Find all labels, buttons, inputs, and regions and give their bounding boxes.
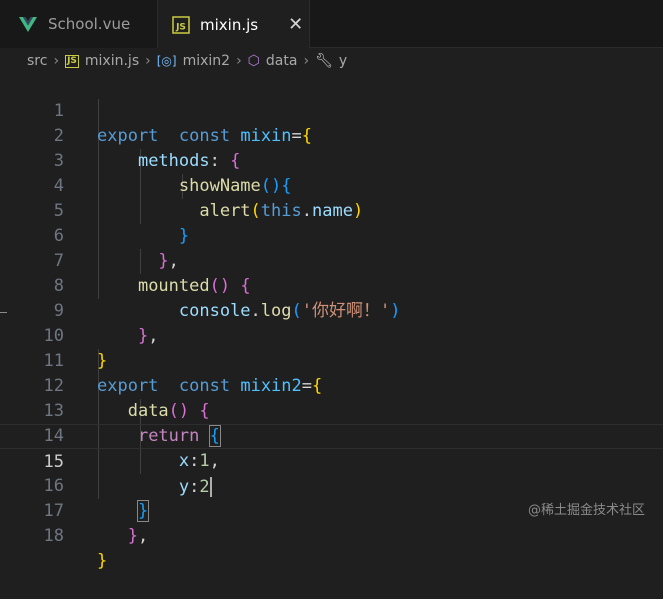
breadcrumb-item-mixin2[interactable]: [◎] mixin2 xyxy=(157,53,230,69)
breadcrumb-item-y[interactable]: 🔧︎ y xyxy=(315,53,347,69)
code-line[interactable]: 10 } xyxy=(0,299,663,371)
code-line[interactable]: 8 console.log('你好啊！') xyxy=(0,249,663,321)
svg-text:JS: JS xyxy=(175,22,186,32)
code-line[interactable]: 4 alert(this.name) xyxy=(0,149,663,221)
code-line[interactable]: 1 export const mixin={ xyxy=(0,74,663,146)
tab-school-vue[interactable]: School.vue xyxy=(0,0,158,48)
code-line[interactable]: 16 } xyxy=(0,449,663,522)
code-line-current[interactable]: 15 y:2 xyxy=(0,424,663,497)
close-icon[interactable]: ✕ xyxy=(288,14,303,35)
tab-bar: School.vue JS mixin.js ✕ xyxy=(0,0,663,49)
line-number: 18 xyxy=(43,526,64,546)
breadcrumb: src › JS mixin.js › [◎] mixin2 › ⬡ data … xyxy=(0,48,663,74)
property-wrench-icon: 🔧︎ xyxy=(315,53,333,69)
code-line[interactable]: 12 data() { xyxy=(0,349,663,421)
method-cube-icon: ⬡ xyxy=(247,53,260,69)
tab-mixin-js[interactable]: JS mixin.js ✕ xyxy=(158,0,310,49)
breadcrumb-item-file[interactable]: JS mixin.js xyxy=(65,53,139,69)
code-editor[interactable]: 1 export const mixin={ 2 methods: { 3 sh… xyxy=(0,74,663,571)
code-line[interactable]: 9 }, xyxy=(0,274,663,346)
js-file-icon: JS xyxy=(172,15,190,34)
watermark: @稀土掘金技术社区 xyxy=(527,503,645,518)
code-line[interactable]: 13 return { xyxy=(0,374,663,447)
chevron-right-icon: › xyxy=(303,53,310,69)
breadcrumb-item-src[interactable]: src xyxy=(27,53,47,69)
tab-label: mixin.js xyxy=(200,15,259,34)
code-line[interactable]: 7 mounted() { xyxy=(0,224,663,296)
js-file-icon: JS xyxy=(65,54,79,68)
vue-logo-icon xyxy=(19,17,37,32)
chevron-right-icon: › xyxy=(53,53,60,69)
chevron-right-icon: › xyxy=(145,53,151,69)
code-line[interactable]: 11 export const mixin2={ xyxy=(0,324,663,396)
chevron-right-icon: › xyxy=(236,53,242,69)
code-line[interactable]: 6 }, xyxy=(0,199,663,271)
code-line[interactable]: 2 methods: { xyxy=(0,99,663,171)
code-line[interactable]: 14 x:1, xyxy=(0,399,663,471)
breadcrumb-item-data[interactable]: ⬡ data xyxy=(248,53,298,69)
tab-label: School.vue xyxy=(48,15,131,33)
code-line[interactable]: 5 } xyxy=(0,174,663,246)
code-line[interactable]: 17 }, xyxy=(0,474,663,546)
code-line[interactable]: 3 showName(){ xyxy=(0,124,663,196)
variable-icon: [◎] xyxy=(156,54,177,68)
